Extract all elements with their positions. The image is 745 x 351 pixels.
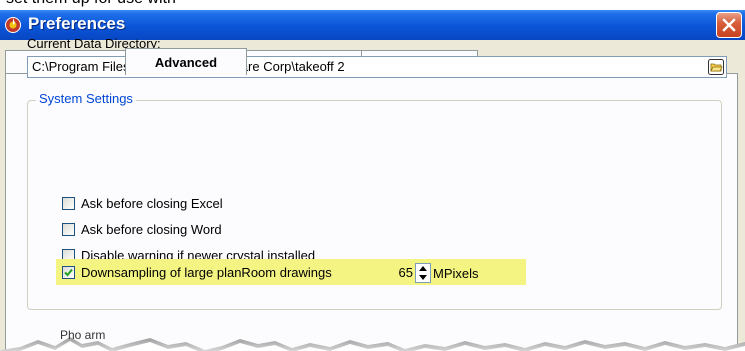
- close-icon: [722, 18, 736, 32]
- background-document-strip: set them up for use with: [0, 0, 745, 10]
- option-downsampling[interactable]: Downsampling of large planRoom drawings: [62, 263, 332, 281]
- app-icon: [5, 17, 21, 33]
- spinner-buttons[interactable]: [415, 263, 431, 283]
- torn-edge: [0, 337, 745, 351]
- downsample-value[interactable]: 65: [393, 264, 415, 282]
- system-settings-title: System Settings: [36, 91, 136, 106]
- checkbox[interactable]: [62, 196, 75, 210]
- spin-down-icon[interactable]: [416, 273, 430, 282]
- tab-advanced[interactable]: Advanced: [125, 48, 247, 75]
- folder-icon[interactable]: [708, 59, 724, 75]
- option-ask-close-excel[interactable]: Ask before closing Excel: [62, 194, 223, 212]
- option-label: Ask before closing Word: [81, 221, 222, 237]
- option-label: Downsampling of large planRoom drawings: [81, 264, 332, 280]
- spin-up-icon[interactable]: [416, 264, 430, 273]
- checkbox-checked[interactable]: [62, 265, 75, 279]
- option-label: Ask before closing Excel: [81, 195, 223, 211]
- downsample-unit: MPixels: [433, 265, 479, 281]
- checkmark-icon: [64, 268, 73, 276]
- checkbox[interactable]: [62, 222, 75, 236]
- close-button[interactable]: [716, 12, 742, 38]
- downsample-stepper[interactable]: 65 MPixels: [393, 263, 479, 283]
- background-document-text: set them up for use with: [6, 0, 176, 8]
- window-title: Preferences: [28, 14, 126, 33]
- cut-off-label: Pho arm: [60, 328, 106, 342]
- preferences-dialog: Preferences Basic Advanced Captions Lice…: [0, 10, 745, 351]
- option-ask-close-word[interactable]: Ask before closing Word: [62, 220, 222, 238]
